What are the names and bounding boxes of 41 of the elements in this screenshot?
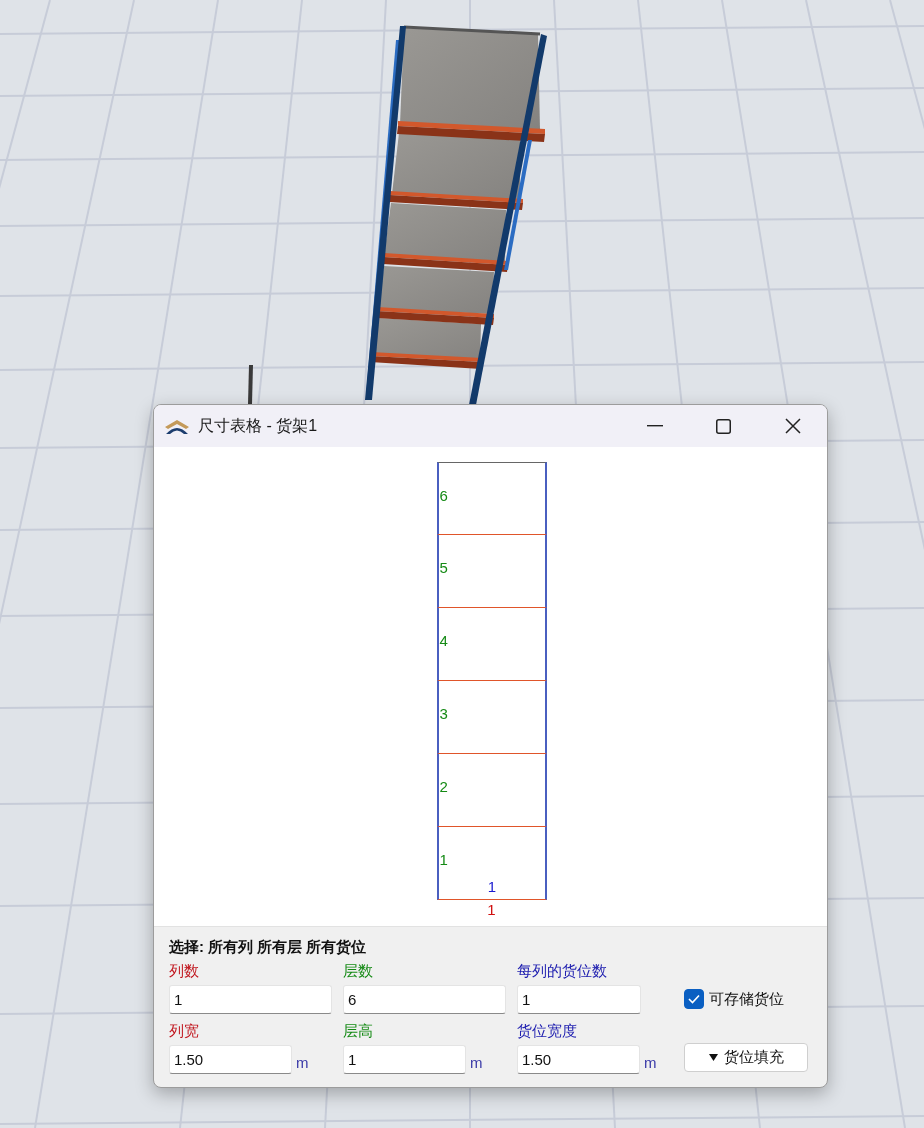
field-label: 列数	[169, 961, 200, 981]
level-cell[interactable]: 4	[436, 608, 547, 681]
checkbox-label: 可存储货位	[709, 988, 784, 1009]
selection-text: 选择: 所有列 所有层 所有货位	[169, 937, 368, 957]
column-number: 1	[486, 900, 497, 920]
input-field[interactable]: 1	[169, 985, 332, 1014]
unit-label: m	[644, 1053, 657, 1073]
slot-number: 1	[487, 879, 497, 895]
level-number: 6	[439, 486, 448, 506]
level-cell[interactable]: 5	[436, 535, 547, 608]
level-cell[interactable]: 2	[436, 754, 547, 827]
level-number: 5	[439, 558, 448, 578]
level-number: 4	[439, 631, 448, 651]
fill-slots-button[interactable]: 货位填充	[684, 1043, 808, 1072]
storable-checkbox[interactable]	[684, 988, 704, 1009]
level-cell[interactable]: 6	[436, 462, 547, 535]
field-label: 货位宽度	[517, 1021, 578, 1041]
caret-icon	[708, 1054, 718, 1061]
level-number: 2	[439, 777, 448, 797]
app-logo-icon	[164, 417, 190, 435]
level-number: 1	[439, 850, 448, 870]
input-field[interactable]: 1.50	[517, 1045, 640, 1074]
input-field[interactable]: 1.50	[169, 1045, 292, 1074]
post-drawing	[248, 364, 253, 405]
input-field[interactable]: 6	[343, 985, 506, 1014]
unit-label: m	[470, 1053, 483, 1073]
field-label: 层高	[343, 1021, 374, 1041]
close-icon	[784, 418, 801, 434]
checkmark-icon	[688, 993, 700, 1004]
level-cell[interactable]: 1 1	[436, 827, 547, 900]
minimize-icon	[646, 425, 663, 427]
level-number: 3	[439, 704, 448, 724]
input-field[interactable]: 1	[343, 1045, 466, 1074]
window-title: 尺寸表格 - 货架1	[198, 416, 318, 436]
field-label: 层数	[343, 961, 374, 981]
maximize-icon	[716, 418, 731, 434]
field-label: 每列的货位数	[517, 961, 608, 981]
input-field[interactable]: 1	[517, 985, 641, 1014]
level-cell[interactable]: 3	[436, 681, 547, 754]
unit-label: m	[296, 1053, 309, 1073]
field-label: 列宽	[169, 1021, 200, 1041]
